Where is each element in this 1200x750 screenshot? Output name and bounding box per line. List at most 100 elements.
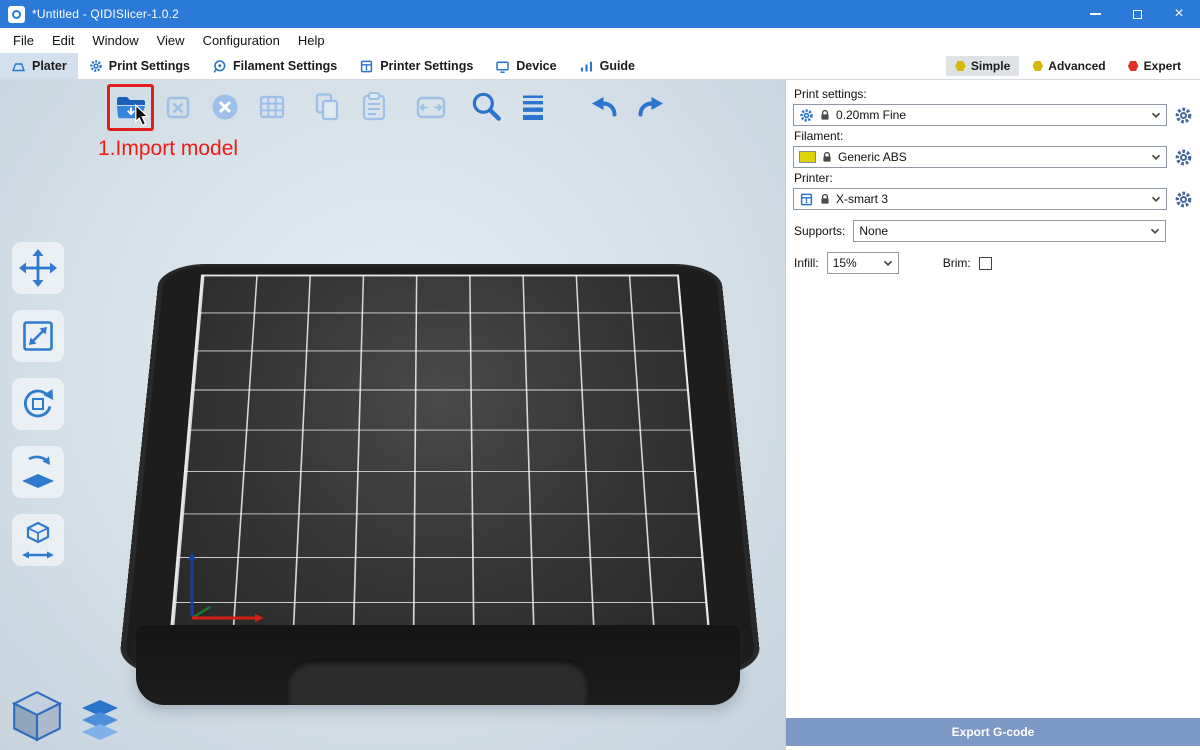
rotate-icon [16, 382, 60, 426]
printer-label: Printer: [794, 171, 1193, 185]
rotate-button[interactable] [12, 378, 64, 430]
copy-button[interactable] [308, 88, 346, 126]
advanced-mode-icon [1032, 61, 1043, 72]
print-bed-front-face [136, 625, 740, 705]
lock-icon [821, 151, 833, 163]
mode-switch: Simple Advanced Expert [946, 53, 1200, 79]
supports-value: None [859, 224, 1144, 238]
brim-label: Brim: [943, 256, 971, 270]
layers-view-button[interactable] [76, 696, 124, 744]
tab-guide[interactable]: Guide [568, 53, 646, 79]
infill-value: 15% [833, 256, 877, 270]
arrange-grid-icon [254, 89, 290, 125]
tab-device[interactable]: Device [484, 53, 567, 79]
mode-simple[interactable]: Simple [946, 56, 1019, 76]
search-button[interactable] [467, 88, 505, 126]
scale-button[interactable] [12, 310, 64, 362]
delete-all-button[interactable] [206, 88, 244, 126]
titlebar: *Untitled - QIDISlicer-1.0.2 × [0, 0, 1200, 28]
plater-icon [11, 59, 26, 74]
maximize-button[interactable] [1116, 0, 1158, 28]
tab-printer-settings[interactable]: Printer Settings [348, 53, 484, 79]
3d-cube-icon [8, 688, 66, 744]
measure-button[interactable] [12, 514, 64, 566]
layer-height-icon [515, 89, 551, 125]
view-controls [8, 688, 124, 744]
printer-combo[interactable]: X-smart 3 [793, 188, 1167, 210]
minimize-button[interactable] [1074, 0, 1116, 28]
viewport-3d[interactable]: 1.Import model [0, 80, 785, 750]
layers-stack-icon [76, 696, 124, 744]
qidislicer-window: *Untitled - QIDISlicer-1.0.2 × File Edit… [0, 0, 1200, 750]
tab-filament-settings[interactable]: Filament Settings [201, 53, 348, 79]
paste-button[interactable] [355, 88, 393, 126]
move-button[interactable] [12, 242, 64, 294]
infill-label: Infill: [794, 256, 819, 270]
menu-item-view[interactable]: View [148, 33, 194, 48]
filament-icon [212, 59, 227, 74]
gear-icon [799, 108, 814, 123]
printer-icon [359, 59, 374, 74]
simple-mode-icon [955, 61, 966, 72]
window-title: *Untitled - QIDISlicer-1.0.2 [32, 7, 179, 21]
export-gcode-button[interactable]: Export G-code [786, 718, 1200, 746]
undo-icon [586, 89, 622, 125]
lock-icon [819, 193, 831, 205]
filament-label: Filament: [794, 129, 1193, 143]
filament-gear-button[interactable] [1174, 148, 1193, 167]
window-controls: × [1074, 0, 1200, 28]
settings-sidebar: Print settings: 0.20mm Fine Filament: Ge… [785, 80, 1200, 750]
printer-icon [799, 192, 814, 207]
mode-expert[interactable]: Expert [1119, 56, 1190, 76]
gear-icon [89, 59, 103, 73]
supports-combo[interactable]: None [853, 220, 1166, 242]
mouse-cursor-icon [134, 103, 152, 129]
device-monitor-icon [495, 59, 510, 74]
filament-combo[interactable]: Generic ABS [793, 146, 1167, 168]
filament-color-swatch [799, 151, 816, 163]
undo-button[interactable] [585, 88, 623, 126]
menu-item-help[interactable]: Help [289, 33, 334, 48]
menu-item-window[interactable]: Window [83, 33, 147, 48]
close-button[interactable]: × [1158, 0, 1200, 28]
tab-plater[interactable]: Plater [0, 53, 78, 79]
brim-checkbox[interactable] [979, 257, 992, 270]
guide-chart-icon [579, 59, 594, 74]
paste-icon [356, 89, 392, 125]
split-button[interactable] [412, 88, 450, 126]
copy-icon [309, 89, 345, 125]
chevron-down-icon [1150, 109, 1162, 121]
lock-icon [819, 109, 831, 121]
redo-button[interactable] [632, 88, 670, 126]
print-settings-combo[interactable]: 0.20mm Fine [793, 104, 1167, 126]
menu-item-file[interactable]: File [4, 33, 43, 48]
arrange-button[interactable] [253, 88, 291, 126]
menu-item-configuration[interactable]: Configuration [194, 33, 289, 48]
tabbar: Plater Print Settings Filament Settings … [0, 53, 1200, 80]
place-on-face-icon [16, 450, 60, 494]
search-icon [467, 88, 505, 126]
delete-button[interactable] [159, 88, 197, 126]
print-bed-handle-notch [288, 659, 588, 705]
variable-layer-height-button[interactable] [514, 88, 552, 126]
3d-view-button[interactable] [8, 688, 66, 744]
print-settings-value: 0.20mm Fine [836, 108, 1145, 122]
mode-advanced[interactable]: Advanced [1023, 56, 1114, 76]
printer-gear-button[interactable] [1174, 190, 1193, 209]
print-settings-gear-button[interactable] [1174, 106, 1193, 125]
chevron-down-icon [1150, 193, 1162, 205]
menu-item-edit[interactable]: Edit [43, 33, 83, 48]
infill-combo[interactable]: 15% [827, 252, 899, 274]
scale-icon [16, 314, 60, 358]
object-toolbar [112, 88, 670, 126]
origin-axes [178, 548, 278, 632]
place-on-face-button[interactable] [12, 446, 64, 498]
printer-value: X-smart 3 [836, 192, 1145, 206]
filament-value: Generic ABS [838, 150, 1145, 164]
gizmo-toolbar [12, 242, 64, 566]
tab-print-settings[interactable]: Print Settings [78, 53, 201, 79]
print-settings-label: Print settings: [794, 87, 1193, 101]
measure-icon [16, 518, 60, 562]
menubar: File Edit Window View Configuration Help [0, 28, 1200, 53]
chevron-down-icon [1150, 151, 1162, 163]
